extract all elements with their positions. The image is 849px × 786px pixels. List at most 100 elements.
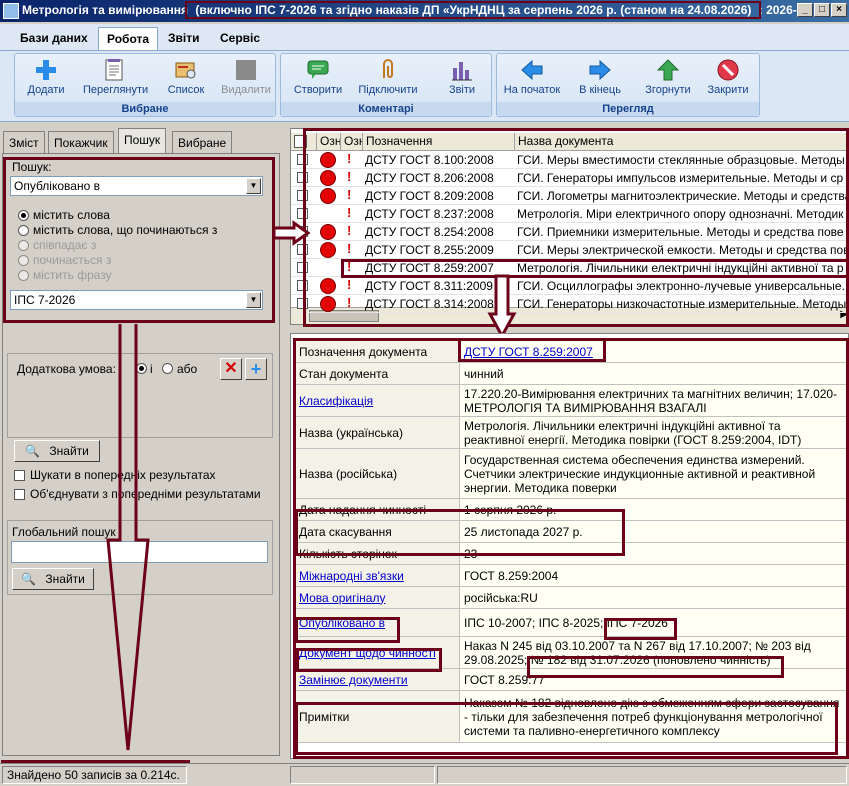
detail-row: Дата скасування 25 листопада 2027 р.: [296, 521, 847, 543]
detail-value[interactable]: ДСТУ ГОСТ 8.259:2007: [460, 341, 847, 362]
detail-value: ІПС 10-2007; ІПС 8-2025; ІПС 7-2026: [460, 609, 847, 636]
radio-contains-words[interactable]: [18, 210, 29, 221]
table-row[interactable]: ! ДСТУ ГОСТ 8.259:2007 Метрологія. Лічильн…: [291, 259, 848, 277]
table-row[interactable]: ! ДСТУ ГОСТ 8.209:2008 ГСИ. Логометры магн…: [291, 187, 848, 205]
row-checkbox[interactable]: [297, 262, 308, 273]
detail-label[interactable]: Документ щодо чинності: [296, 637, 460, 668]
warning-icon: !: [347, 151, 352, 166]
table-row[interactable]: ! ДСТУ ГОСТ 8.206:2008 ГСИ. Генераторы имп…: [291, 169, 848, 187]
global-find-button[interactable]: 🔍 Знайти: [12, 568, 94, 590]
view-button[interactable]: Переглянути: [83, 58, 148, 102]
status-found: Знайдено 50 записів за 0.214с.: [2, 766, 187, 784]
row-name: Метрологія. Міри електричного опору одно…: [517, 207, 844, 221]
row-checkbox[interactable]: [297, 172, 308, 183]
table-row[interactable]: ! ДСТУ ГОСТ 8.314:2008 ГСИ. Генераторы низ…: [291, 295, 848, 313]
search-label: Пошук:: [12, 160, 52, 174]
tab-work[interactable]: Робота: [98, 27, 159, 50]
ribbon-tabs: Бази даних Робота Звіти Сервіс: [0, 24, 849, 51]
go-last-button[interactable]: В кінець: [569, 58, 631, 102]
table-row[interactable]: ! ДСТУ ГОСТ 8.311:2009 ГСИ. Осциллографы э…: [291, 277, 848, 295]
detail-label: Дата надання чинності: [296, 499, 460, 520]
paperclip-icon: [383, 59, 393, 78]
detail-value: Наказом № 182 відновлено дію з обмеження…: [460, 691, 847, 742]
detail-value: 1 серпня 2026 р.: [460, 499, 847, 520]
list-button[interactable]: Список: [155, 58, 217, 102]
tab-search[interactable]: Пошук: [118, 128, 167, 155]
row-designation: ДСТУ ГОСТ 8.100:2008: [365, 153, 494, 167]
detail-label: Стан документа: [296, 363, 460, 384]
go-first-button[interactable]: На початок: [501, 58, 563, 102]
table-row[interactable]: ! ДСТУ ГОСТ 8.254:2008 ГСИ. Приемники изме…: [291, 223, 848, 241]
close-button[interactable]: ×: [831, 3, 847, 17]
header-checkbox[interactable]: [294, 135, 307, 149]
radio-starts-with-words[interactable]: [18, 225, 29, 236]
row-checkbox[interactable]: [297, 154, 308, 165]
detail-value: Метрологія. Лічильники електричні індукц…: [460, 417, 847, 448]
status-dot-icon: [320, 152, 336, 168]
row-name: ГСИ. Меры электрической емкости. Методы …: [517, 243, 849, 257]
close-doc-button[interactable]: Закрити: [697, 58, 759, 102]
tab-favorites[interactable]: Вибране: [172, 131, 233, 154]
detail-label: Кількість сторінок: [296, 543, 460, 564]
radio-or[interactable]: [162, 363, 173, 374]
radio-contains-phrase[interactable]: [18, 270, 29, 281]
close-icon: ✕: [224, 360, 238, 377]
close-circle-icon: [717, 59, 739, 81]
attach-button[interactable]: Підключити: [357, 58, 419, 102]
radio-begins-with[interactable]: [18, 255, 29, 266]
tab-service[interactable]: Сервіс: [212, 27, 268, 49]
detail-label[interactable]: Мова оригіналу: [296, 587, 460, 608]
add-button[interactable]: Додати: [15, 58, 77, 102]
table-row[interactable]: ! ДСТУ ГОСТ 8.100:2008 ГСИ. Меры вместимос…: [291, 151, 848, 169]
arrow-left-icon: [521, 59, 543, 81]
column-header[interactable]: Назва документа: [515, 133, 848, 151]
minimize-button[interactable]: _: [797, 3, 813, 17]
plus-icon: +: [250, 359, 262, 379]
table-row[interactable]: ! ДСТУ ГОСТ 8.255:2009 ГСИ. Меры электриче…: [291, 241, 849, 259]
column-header[interactable]: Озн: [317, 133, 341, 151]
row-name: ГСИ. Меры вместимости стеклянные образцо…: [517, 153, 845, 167]
title-highlight-frame: [185, 1, 761, 19]
detail-value: ГОСТ 8.259:2004: [460, 565, 847, 586]
row-checkbox[interactable]: [297, 208, 308, 219]
search-field-combo[interactable]: Опубліковано в ▼: [10, 176, 263, 196]
arrow-up-icon: [656, 59, 680, 81]
search-value-combo[interactable]: ІПС 7-2026 ▼: [10, 290, 263, 310]
remove-condition-button[interactable]: ✕: [220, 358, 242, 380]
detail-value: ГОСТ 8.259:77: [460, 669, 847, 690]
tab-index[interactable]: Покажчик: [48, 131, 114, 154]
column-header[interactable]: Озн: [341, 133, 363, 151]
collapse-button[interactable]: Згорнути: [637, 58, 699, 102]
maximize-button[interactable]: □: [814, 3, 830, 17]
detail-label[interactable]: Міжнародні зв'язки: [296, 565, 460, 586]
comment-reports-button[interactable]: Звіти: [431, 58, 493, 102]
detail-label[interactable]: Опубліковано в: [296, 609, 460, 636]
column-header[interactable]: Позначення: [363, 133, 515, 151]
find-button[interactable]: 🔍 Знайти: [14, 440, 100, 462]
column-header[interactable]: [291, 133, 317, 151]
detail-value: Государственная система обеспечения един…: [460, 449, 847, 498]
search-in-previous-checkbox[interactable]: [14, 470, 25, 481]
radio-matches[interactable]: [18, 240, 29, 251]
detail-label[interactable]: Замінює документи: [296, 669, 460, 690]
delete-button[interactable]: Видалити: [215, 58, 277, 102]
detail-value: чинний: [460, 363, 847, 384]
document-view-icon: [105, 59, 123, 81]
merge-previous-checkbox[interactable]: [14, 489, 25, 500]
detail-row: Стан документа чинний: [296, 363, 847, 385]
ribbon-group-label: Вибране: [15, 102, 275, 116]
row-checkbox[interactable]: [297, 280, 308, 291]
tab-databases[interactable]: Бази даних: [12, 27, 96, 49]
tab-contents[interactable]: Зміст: [3, 131, 45, 154]
tab-reports[interactable]: Звіти: [160, 27, 207, 49]
row-checkbox[interactable]: [297, 298, 308, 309]
bar-chart-icon: [452, 62, 472, 81]
detail-label[interactable]: Класифікація: [296, 385, 460, 416]
row-checkbox[interactable]: [297, 190, 308, 201]
create-comment-button[interactable]: Створити: [287, 58, 349, 102]
add-condition-button[interactable]: +: [245, 358, 267, 380]
ribbon-group-comments: Створити Підключити Звіти Коментарі: [280, 53, 492, 117]
table-row[interactable]: ! ДСТУ ГОСТ 8.237:2008 Метрологія. Міри ел…: [291, 205, 848, 223]
row-designation: ДСТУ ГОСТ 8.254:2008: [365, 225, 494, 239]
row-name: ГСИ. Приемники измерительные. Методы и с…: [517, 225, 844, 239]
